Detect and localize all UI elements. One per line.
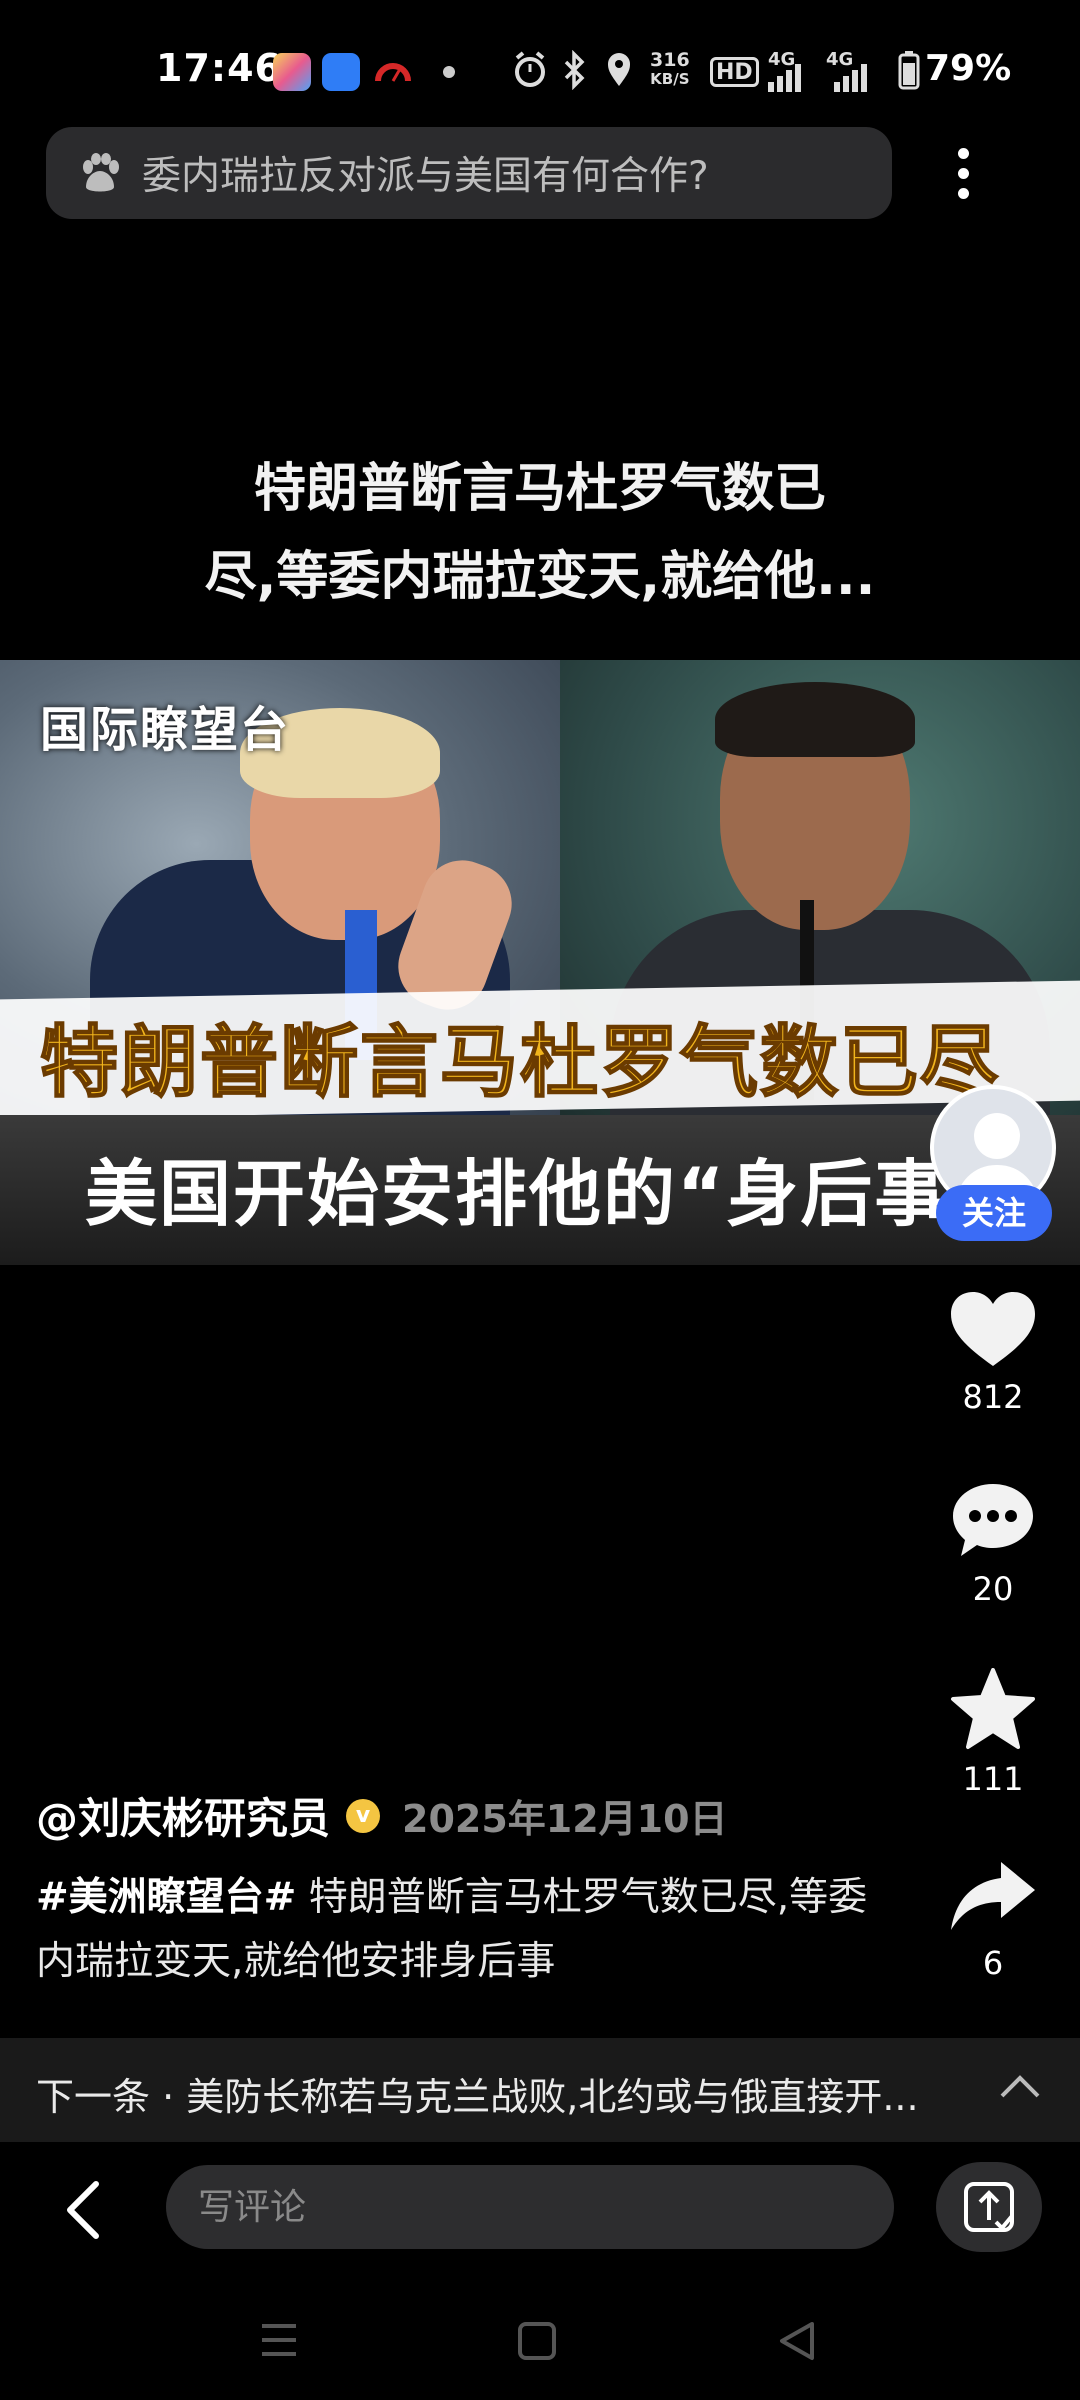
search-bar[interactable]: 委内瑞拉反对派与美国有何合作? [46,127,892,219]
comment-bar [0,2142,1080,2272]
share-button[interactable] [936,2162,1042,2252]
bluetooth-icon [562,49,586,92]
net-speed-value: 316 [650,49,690,71]
author-name[interactable]: @刘庆彬研究员 [36,1785,330,1846]
post-date: 2025年12月10日 [402,1797,728,1841]
avatar-head-shape [974,1113,1020,1159]
battery-icon [898,50,920,92]
comment-bubble-icon [953,1484,1033,1556]
speedometer-notification-icon [374,53,412,91]
video-title-line1: 特朗普断言马杜罗气数已 [253,459,826,519]
comment-count: 20 [972,1570,1014,1608]
more-dot-icon [957,167,969,179]
system-nav-bar [0,2290,1080,2400]
video-title: 特朗普断言马杜罗气数已 尽,等委内瑞拉变天,就给他... [140,445,940,621]
person-right-hair [715,682,915,757]
favorite-button[interactable]: 111 [920,1668,1066,1798]
more-notifications-dot-icon [443,66,455,78]
status-time: 17:46 [156,46,282,90]
follow-button[interactable]: 关注 [936,1185,1052,1241]
video-title-line2: 尽,等委内瑞拉变天,就给他... [204,547,876,607]
share-forward-button[interactable]: 6 [920,1858,1066,1982]
signal-4g-icon: 4G [768,50,801,92]
search-query: 委内瑞拉反对派与美国有何合作? [142,154,709,199]
net-speed-unit: KB/S [650,70,690,88]
next-video-title: 下一条 · 美防长称若乌克兰战败,北约或与俄直接开... [36,2075,919,2119]
gallery-app-notification-icon [273,53,311,91]
chevron-up-icon[interactable] [998,2072,1042,2102]
like-count: 812 [962,1378,1024,1416]
location-icon [606,50,632,92]
comment-input[interactable] [166,2165,894,2249]
thumbnail-headline: 特朗普断言马杜罗气数已尽 [39,1017,1001,1109]
battery-percent: 79% [925,48,1012,89]
news-app-notification-icon [322,53,360,91]
home-icon[interactable] [516,2320,558,2362]
hd-voice-icon: HD [710,57,759,87]
alarm-icon [513,50,547,92]
video-player[interactable]: 国际瞭望台 特朗普断言马杜罗气数已尽 美国开始安排他的“身后事 [0,660,1080,1265]
share-screen-icon [964,2182,1014,2232]
thumbnail-logo-text: 国际瞭望台 [40,702,291,758]
favorite-count: 111 [962,1760,1024,1798]
network-speed: 316 KB/S [650,50,690,92]
back-triangle-icon[interactable] [776,2320,818,2362]
star-icon [951,1668,1035,1749]
thumbnail-subheadline: 美国开始安排他的“身后事 [85,1152,949,1236]
comment-button[interactable]: 20 [920,1480,1066,1608]
more-dot-icon [957,147,969,159]
more-dot-icon [957,187,969,199]
share-count: 6 [982,1944,1004,1982]
heart-icon [951,1292,1035,1366]
share-arrow-icon [951,1862,1035,1930]
baidu-paw-icon [83,153,119,192]
signal-4g-icon-2: 4G [826,50,867,92]
more-options-button[interactable] [930,140,996,206]
author-row: @刘庆彬研究员 v 2025年12月10日 [36,1785,728,1846]
status-bar: 17:46 316 KB/S HD 4G 4G 79% [0,0,1080,120]
next-video-bar[interactable]: 下一条 · 美防长称若乌克兰战败,北约或与俄直接开... [0,2038,1080,2142]
back-arrow-icon[interactable] [56,2178,116,2242]
like-button[interactable]: 812 [920,1290,1066,1416]
hashtag-link[interactable]: #美洲瞭望台# [36,1875,296,1920]
video-description: #美洲瞭望台# 特朗普断言马杜罗气数已尽,等委内瑞拉变天,就给他安排身后事 [36,1866,896,1994]
verified-badge-icon: v [346,1798,381,1833]
recent-apps-icon[interactable] [258,2320,300,2360]
